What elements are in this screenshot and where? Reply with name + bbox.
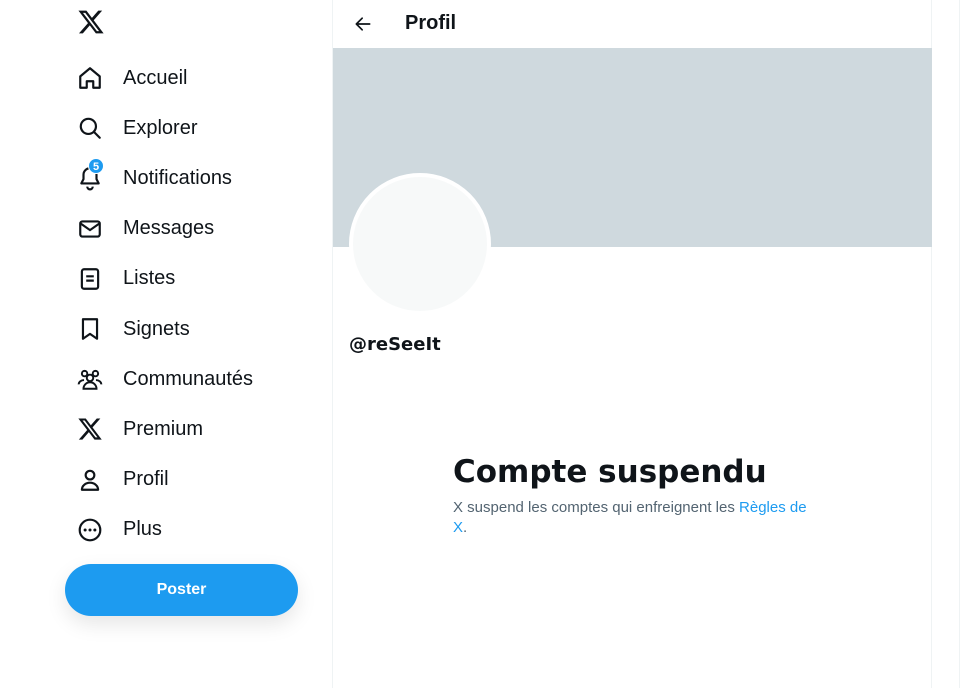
nav-item-messages[interactable]: Messages (57, 204, 332, 254)
post-button[interactable]: Poster (65, 564, 298, 616)
nav-item-communautes[interactable]: Communautés (57, 354, 332, 404)
nav-item-profil[interactable]: Profil (57, 455, 332, 505)
nav-item-signets[interactable]: Signets (57, 304, 332, 354)
search-icon (77, 115, 103, 141)
x-logo-icon[interactable] (75, 6, 107, 38)
arrow-left-icon (355, 17, 371, 31)
nav-item-accueil[interactable]: Accueil (57, 53, 332, 103)
back-button[interactable] (345, 6, 381, 42)
page-title: Profil (405, 12, 457, 34)
list-icon (77, 266, 103, 292)
nav-label: Signets (123, 317, 190, 340)
nav-label: Notifications (123, 166, 232, 189)
profile-header: Profil (333, 0, 932, 48)
nav-item-plus[interactable]: Plus (57, 505, 332, 555)
home-icon (77, 65, 103, 91)
nav-label: Messages (123, 217, 215, 240)
nav-label: Profil (123, 468, 169, 491)
left-sidebar: Accueil Explorer 5 Notifications Message… (57, 0, 332, 688)
suspension-text: X suspend les comptes qui enfreignent le… (453, 499, 740, 516)
avatar (349, 173, 491, 315)
profile-handle: @reSeeIt (349, 334, 441, 355)
bookmark-icon (77, 316, 103, 342)
right-column-edge (959, 0, 963, 688)
more-circle-icon (77, 517, 103, 543)
bell-icon: 5 (77, 158, 105, 191)
suspension-suffix: . (463, 519, 468, 536)
nav-label: Explorer (123, 116, 198, 139)
nav-label: Communautés (123, 367, 254, 390)
nav-item-explorer[interactable]: Explorer (57, 103, 332, 153)
nav-label: Accueil (123, 66, 188, 89)
communities-icon (77, 366, 103, 392)
nav-item-listes[interactable]: Listes (57, 254, 332, 304)
x-logo-icon (77, 416, 103, 442)
nav-label: Listes (123, 267, 176, 290)
nav-item-premium[interactable]: Premium (57, 404, 332, 454)
suspension-title: Compte suspendu (453, 454, 767, 490)
nav-item-notifications[interactable]: 5 Notifications (57, 153, 332, 203)
profile-column: Profil @reSeeIt Compte suspendu X suspen… (332, 0, 932, 688)
person-icon (77, 467, 103, 493)
suspension-message: X suspend les comptes qui enfreignent le… (453, 498, 813, 538)
main-navigation: Accueil Explorer 5 Notifications Message… (57, 53, 332, 555)
suspension-notice: Compte suspendu X suspend les comptes qu… (453, 452, 813, 538)
envelope-icon (77, 216, 103, 242)
nav-label: Plus (123, 518, 162, 541)
nav-label: Premium (123, 417, 204, 440)
